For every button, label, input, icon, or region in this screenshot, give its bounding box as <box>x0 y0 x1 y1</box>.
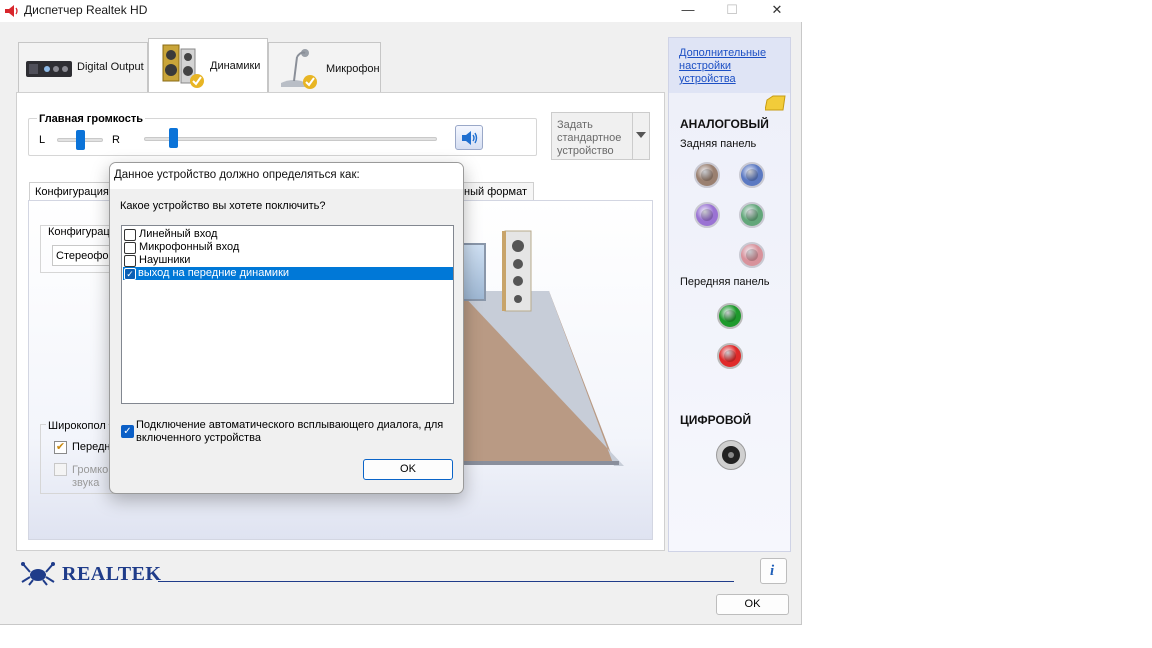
balance-slider-thumb[interactable] <box>76 130 85 150</box>
tab-digital-output[interactable]: Digital Output <box>18 42 148 92</box>
balance-left-label: L <box>39 134 46 146</box>
rear-jack-purple[interactable] <box>694 202 720 228</box>
front-fullrange-checkbox[interactable]: ✔ <box>54 441 67 454</box>
configuration-select-value: Стереофо <box>56 250 109 262</box>
chevron-down-icon[interactable] <box>636 132 646 138</box>
tab-speakers[interactable]: Динамики <box>148 38 268 93</box>
front-jack-red[interactable] <box>717 343 743 369</box>
dropdown-divider <box>632 113 633 159</box>
rear-jack-grey[interactable] <box>694 162 720 188</box>
window-title: Диспетчер Realtek HD <box>24 3 148 17</box>
set-default-device-label: Задать стандартное устройство <box>557 119 622 157</box>
volume-slider-thumb[interactable] <box>169 128 179 148</box>
mute-button[interactable] <box>455 125 483 150</box>
title-bar: Диспетчер Realtek HD — ☐ ✕ <box>0 0 802 22</box>
analog-header: АНАЛОГОВЫЙ <box>680 117 769 131</box>
rear-jack-green[interactable] <box>739 202 765 228</box>
minimize-button[interactable]: — <box>666 0 710 22</box>
main-volume-title: Главная громкость <box>37 113 146 125</box>
virtual-surround-checkbox[interactable] <box>54 463 67 476</box>
auto-popup-checkbox[interactable]: ✓ <box>121 425 134 438</box>
speaker-illustration <box>502 230 532 312</box>
device-type-dialog: Данное устройство должно определяться ка… <box>109 162 464 494</box>
dialog-question: Какое устройство вы хотете поключить? <box>120 200 326 212</box>
line-in-checkbox[interactable] <box>124 229 136 241</box>
tab-label: Микрофон <box>326 63 380 75</box>
realtek-wordmark: REALTEK <box>62 563 162 585</box>
tab-configuration[interactable]: Конфигурация <box>29 182 111 201</box>
configuration-label: Конфигурац <box>46 226 112 238</box>
balance-right-label: R <box>112 134 120 146</box>
front-jack-green[interactable] <box>717 303 743 329</box>
headphones-checkbox[interactable] <box>124 255 136 267</box>
tab-default-format-label: тный формат <box>459 186 527 198</box>
auto-popup-label: Подключение автоматического всплывающего… <box>136 419 444 444</box>
info-button[interactable]: i <box>760 558 787 584</box>
list-item-line-in[interactable]: Линейный вход <box>123 228 453 241</box>
list-item-headphones[interactable]: Наушники <box>123 254 453 267</box>
maximize-button[interactable]: ☐ <box>710 0 754 22</box>
digital-output-icon <box>26 61 72 77</box>
digital-header: ЦИФРОВОЙ <box>680 413 752 427</box>
realtek-crab-icon <box>21 562 55 586</box>
close-button[interactable]: ✕ <box>755 0 799 22</box>
mic-in-checkbox[interactable] <box>124 242 136 254</box>
digital-jack[interactable] <box>716 440 746 470</box>
list-item-label: Микрофонный вход <box>139 241 240 253</box>
front-panel-label: Передняя панель <box>680 276 770 288</box>
connector-panel: Дополнительные настройки устройства АНАЛ… <box>668 37 791 552</box>
tab-configuration-label: Конфигурация <box>35 186 109 198</box>
set-default-device-button[interactable]: Задать стандартное устройство <box>551 112 650 160</box>
info-icon: i <box>770 563 775 579</box>
realtek-hd-manager-window: Диспетчер Realtek HD — ☐ ✕ Digital Outpu… <box>0 0 802 625</box>
microphone-icon <box>281 49 317 89</box>
list-item-label: Линейный вход <box>139 228 218 240</box>
brand-divider <box>158 581 734 582</box>
front-fullrange-label: Передн <box>72 441 111 453</box>
advanced-settings-link[interactable]: Дополнительные настройки устройства <box>679 47 789 86</box>
tab-label: Динамики <box>210 60 261 72</box>
dialog-ok-button[interactable]: OK <box>363 459 453 480</box>
rear-jack-blue[interactable] <box>739 162 765 188</box>
volume-slider[interactable] <box>144 137 437 141</box>
realtek-logo: REALTEK <box>20 560 162 586</box>
folder-icon[interactable] <box>765 94 787 112</box>
tab-microphone[interactable]: Микрофон <box>268 42 381 92</box>
rear-panel-label: Задняя панель <box>680 138 757 150</box>
ok-button[interactable]: OK <box>716 594 789 615</box>
device-type-list: Линейный вход Микрофонный вход Наушники … <box>121 225 454 404</box>
front-speakers-checkbox[interactable]: ✓ <box>124 268 136 280</box>
dialog-title: Данное устройство должно определяться ка… <box>114 169 360 181</box>
virtual-surround-label: Громко звука <box>72 464 109 489</box>
rear-jack-pink[interactable] <box>739 242 765 268</box>
speaker-volume-icon <box>462 131 478 145</box>
list-item-label: выход на передние динамики <box>138 267 290 279</box>
list-item-front-speakers[interactable]: ✓ выход на передние динамики <box>123 267 453 280</box>
tab-label: Digital Output <box>77 61 144 73</box>
speaker-app-icon <box>5 5 18 17</box>
speakers-icon <box>162 44 204 88</box>
list-item-mic-in[interactable]: Микрофонный вход <box>123 241 453 254</box>
list-item-label: Наушники <box>139 254 191 266</box>
fullrange-label: Широкопол <box>46 420 108 432</box>
dialog-title-bar: Данное устройство должно определяться ка… <box>110 163 463 189</box>
